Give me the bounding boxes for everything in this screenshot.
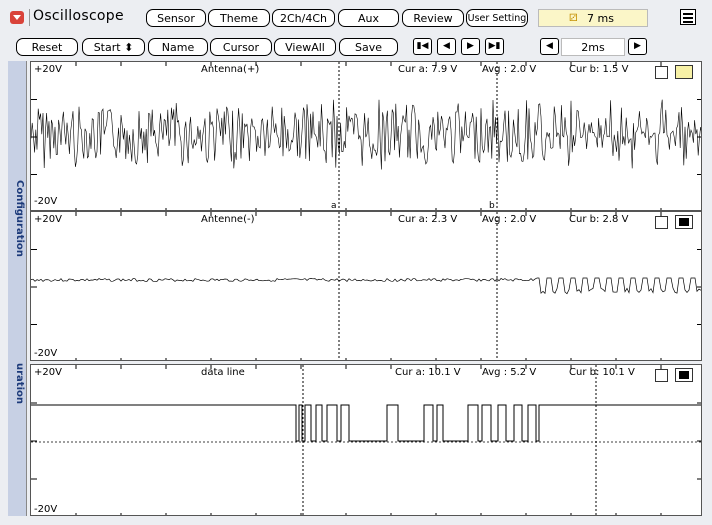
prev-frame-button[interactable]: ◀	[437, 38, 456, 55]
waveform-trace	[31, 99, 701, 170]
panel-max-label: +20V	[34, 64, 62, 75]
tab-user-setting[interactable]: User Setting	[466, 9, 528, 27]
cursor-b-readout: Cur b: 10.1 V	[569, 367, 635, 378]
viewall-button[interactable]: ViewAll	[274, 38, 336, 56]
name-button[interactable]: Name	[148, 38, 208, 56]
cursor-b-marker[interactable]: b	[489, 201, 495, 210]
tab-channels[interactable]: 2Ch/4Ch	[272, 9, 335, 27]
first-frame-button[interactable]: ▮◀	[413, 38, 432, 55]
panel-min-label: -20V	[34, 196, 58, 207]
waveform-antenna-minus[interactable]	[31, 212, 702, 361]
cursor-a-readout: Cur a: 7.9 V	[398, 64, 458, 75]
app-menu-icon[interactable]	[10, 11, 24, 24]
channel-color-swatch[interactable]	[675, 368, 693, 382]
channel-visible-checkbox[interactable]	[655, 216, 668, 229]
average-readout: Avg : 5.2 V	[482, 367, 537, 378]
tab-configuration[interactable]: Configuration	[11, 180, 25, 257]
waveform-antenna-plus[interactable]	[31, 62, 702, 211]
channel-panel-antenna-minus[interactable]: +20V -20V Antenne(-) Cur a: 2.3 V Avg : …	[30, 211, 702, 361]
waveform-trace	[31, 277, 701, 295]
save-button[interactable]: Save	[339, 38, 398, 56]
start-button[interactable]: Start ⬍	[82, 38, 145, 56]
channel-color-swatch[interactable]	[675, 65, 693, 79]
tab-theme[interactable]: Theme	[208, 9, 270, 27]
channel-panel-antenna-plus[interactable]: +20V -20V Antenna(+) Cur a: 7.9 V Avg : …	[30, 61, 702, 211]
next-frame-button[interactable]: ▶	[461, 38, 480, 55]
side-tab-strip	[8, 61, 27, 516]
cursor-a-marker[interactable]: a	[331, 201, 337, 210]
panel-max-label: +20V	[34, 367, 62, 378]
tab-sensor[interactable]: Sensor	[146, 9, 206, 27]
zoom-decrease-button[interactable]: ◀	[540, 38, 559, 55]
waveform-trace	[31, 404, 701, 442]
zoom-increase-button[interactable]: ▶	[628, 38, 647, 55]
average-readout: Avg : 2.0 V	[482, 214, 537, 225]
app-title: Oscilloscope	[33, 8, 124, 24]
cursor-button[interactable]: Cursor	[210, 38, 272, 56]
timer-value: 7 ms	[587, 12, 614, 25]
waveform-data-line[interactable]	[31, 365, 702, 516]
header-divider	[29, 9, 30, 26]
tab-duration[interactable]: uration	[11, 363, 25, 404]
channel-name: Antenna(+)	[201, 64, 260, 75]
tab-review[interactable]: Review	[402, 9, 464, 27]
oscilloscope-app: Oscilloscope Sensor Theme 2Ch/4Ch Aux Re…	[0, 0, 712, 525]
channel-visible-checkbox[interactable]	[655, 369, 668, 382]
channel-panel-data-line[interactable]: +20V -20V data line Cur a: 10.1 V Avg : …	[30, 364, 702, 516]
cursor-b-readout: Cur b: 2.8 V	[569, 214, 629, 225]
zoom-level: 2ms	[561, 38, 625, 56]
channel-color-swatch[interactable]	[675, 215, 693, 229]
cursor-a-readout: Cur a: 2.3 V	[398, 214, 458, 225]
hamburger-menu-icon[interactable]	[680, 9, 696, 25]
channel-visible-checkbox[interactable]	[655, 66, 668, 79]
cursor-a-readout: Cur a: 10.1 V	[395, 367, 461, 378]
last-frame-button[interactable]: ▶▮	[485, 38, 504, 55]
timer-icon: ⚂	[569, 13, 578, 24]
channel-name: Antenne(-)	[201, 214, 255, 225]
panel-min-label: -20V	[34, 504, 58, 515]
reset-button[interactable]: Reset	[16, 38, 78, 56]
panel-max-label: +20V	[34, 214, 62, 225]
tab-aux[interactable]: Aux	[338, 9, 399, 27]
panel-min-label: -20V	[34, 348, 58, 359]
cursor-b-readout: Cur b: 1.5 V	[569, 64, 629, 75]
timer-display: ⚂ 7 ms	[538, 9, 648, 27]
channel-name: data line	[201, 367, 245, 378]
average-readout: Avg : 2.0 V	[482, 64, 537, 75]
